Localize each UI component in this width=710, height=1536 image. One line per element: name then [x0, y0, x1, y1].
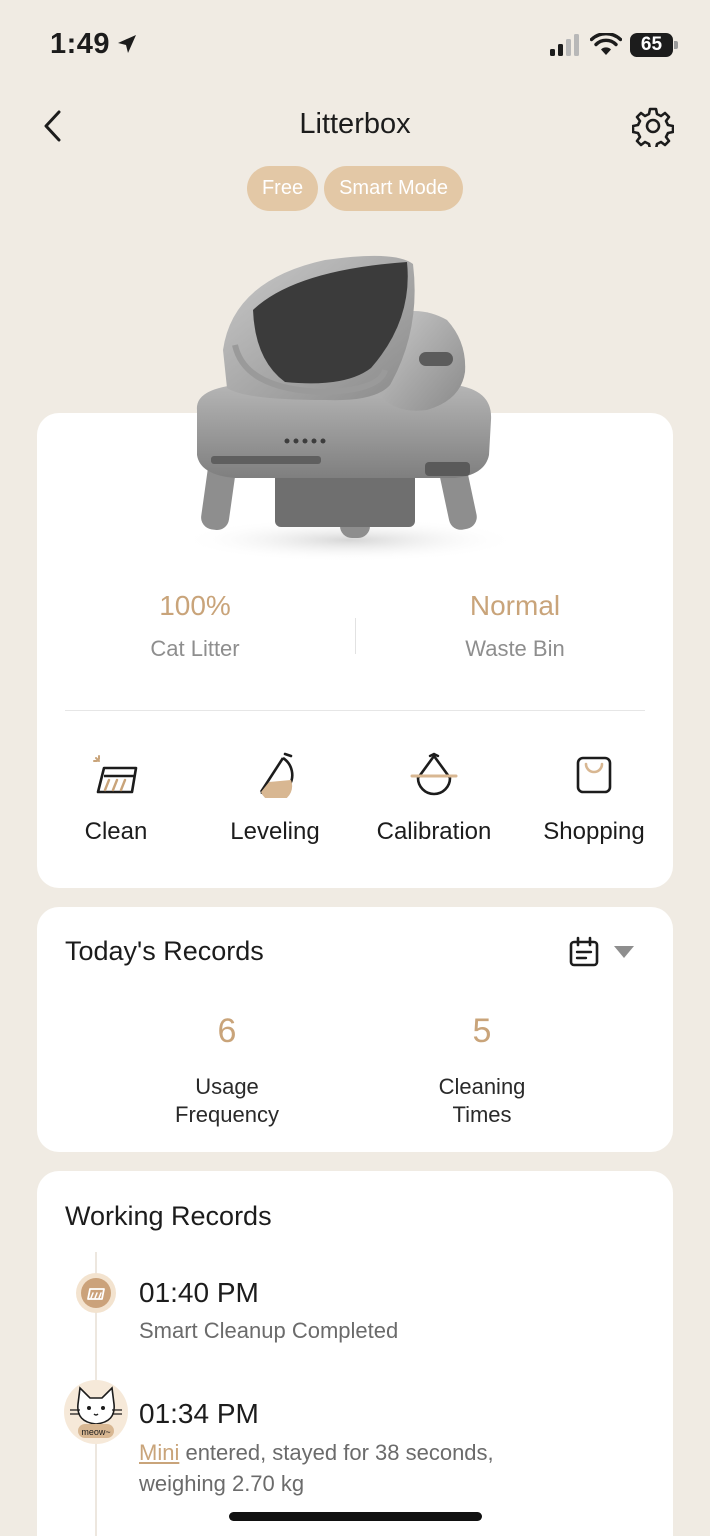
cellular-signal-icon	[550, 34, 579, 56]
working-records-title: Working Records	[65, 1201, 272, 1231]
record-time: 01:40 PM	[139, 1277, 259, 1308]
waste-bin-label: Waste Bin	[465, 636, 565, 661]
battery-icon: 65	[630, 33, 678, 57]
todays-records-title: Today's Records	[65, 936, 264, 966]
dropdown-caret-icon[interactable]	[612, 944, 636, 960]
shopping-label: Shopping	[543, 818, 645, 845]
cat-litter-stat: 100% Cat Litter	[35, 590, 355, 662]
waste-bin-value: Normal	[469, 590, 561, 621]
cat-litter-label: Cat Litter	[150, 636, 240, 661]
leveling-button[interactable]: Leveling	[195, 752, 355, 846]
calibration-icon	[410, 752, 458, 796]
shopping-bag-icon	[576, 756, 612, 794]
gear-icon[interactable]	[632, 105, 674, 147]
wifi-icon	[590, 33, 622, 55]
shopping-button[interactable]: Shopping	[514, 752, 674, 846]
cleaning-times-label: Cleaning Times	[438, 1074, 526, 1127]
cat-avatar-caption: meow~	[81, 1427, 111, 1437]
cat-avatar: meow~	[64, 1380, 128, 1444]
mode-tags: Free Smart Mode	[0, 166, 710, 211]
usage-frequency-label: Usage Frequency	[175, 1074, 279, 1127]
card-divider	[65, 710, 645, 711]
page-title: Litterbox	[299, 108, 411, 140]
calibration-button[interactable]: Calibration	[354, 752, 514, 846]
broom-icon	[93, 755, 138, 794]
usage-frequency-value: 6	[217, 1012, 237, 1050]
record-description: Mini entered, stayed for 38 seconds, wei…	[139, 1440, 494, 1496]
cleaning-times-value: 5	[472, 1012, 492, 1050]
record-description: Smart Cleanup Completed	[139, 1318, 399, 1343]
cleanup-record-icon	[76, 1273, 116, 1313]
calibration-label: Calibration	[376, 818, 492, 845]
tag-free[interactable]: Free	[246, 166, 319, 211]
location-arrow-icon	[118, 35, 136, 53]
usage-frequency-stat: 6 Usage Frequency	[97, 1012, 357, 1129]
leveling-icon	[259, 752, 294, 798]
leveling-label: Leveling	[230, 818, 320, 845]
cat-litter-value: 100%	[159, 590, 231, 621]
waste-bin-stat: Normal Waste Bin	[355, 590, 675, 662]
tag-smart-mode[interactable]: Smart Mode	[324, 166, 464, 211]
clean-label: Clean	[84, 818, 148, 845]
cat-name-link[interactable]: Mini	[139, 1440, 179, 1465]
calendar-icon[interactable]	[568, 936, 600, 968]
status-time: 1:49	[50, 28, 111, 60]
status-bar: 1:49 65	[0, 0, 710, 90]
battery-level: 65	[640, 34, 663, 55]
home-indicator[interactable]	[229, 1512, 482, 1521]
litterbox-device-image	[180, 255, 520, 562]
record-time: 01:34 PM	[139, 1398, 259, 1429]
cleaning-times-stat: 5 Cleaning Times	[352, 1012, 612, 1129]
clean-button[interactable]: Clean	[36, 752, 196, 846]
